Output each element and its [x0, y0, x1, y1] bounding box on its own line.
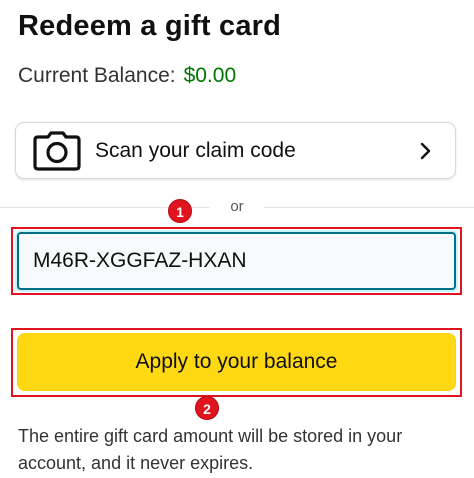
- or-divider: or: [0, 196, 474, 218]
- current-balance: Current Balance: $0.00: [18, 64, 236, 88]
- step-2-badge: 2: [195, 396, 219, 420]
- scan-label: Scan your claim code: [95, 138, 296, 162]
- scan-claim-code-button[interactable]: Scan your claim code: [15, 122, 456, 179]
- divider-line-right: [264, 207, 474, 208]
- balance-amount: $0.00: [183, 64, 237, 87]
- balance-label: Current Balance:: [18, 64, 176, 87]
- camera-icon: [32, 130, 82, 172]
- gift-card-info-text: The entire gift card amount will be stor…: [18, 426, 403, 473]
- apply-to-balance-button[interactable]: Apply to your balance: [17, 333, 456, 391]
- page-title: Redeem a gift card: [18, 10, 282, 42]
- chevron-right-icon: [417, 140, 435, 162]
- claim-code-input[interactable]: [17, 232, 456, 290]
- divider-text: or: [230, 198, 244, 215]
- step-1-badge: 1: [168, 199, 192, 223]
